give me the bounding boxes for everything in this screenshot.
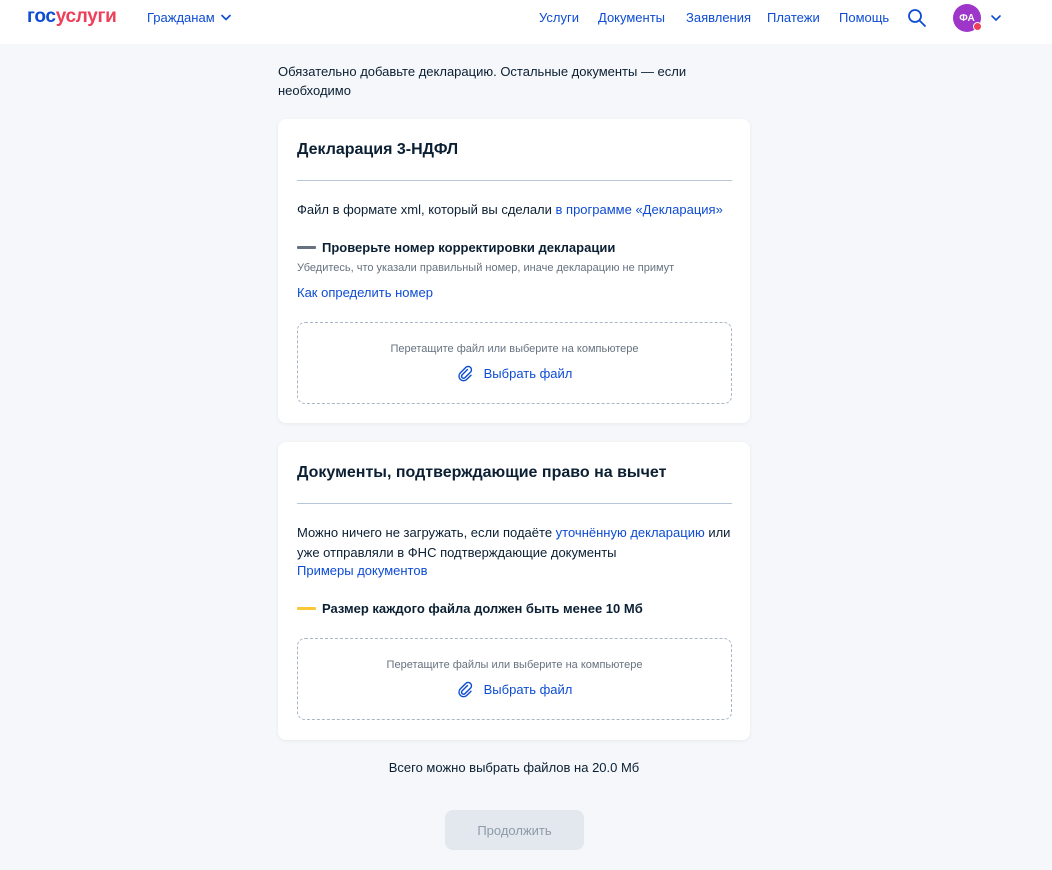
choose-file-label: Выбрать файл bbox=[483, 366, 573, 381]
divider bbox=[297, 180, 732, 181]
choose-file-label: Выбрать файл bbox=[483, 682, 573, 697]
continue-button[interactable]: Продолжить bbox=[445, 810, 584, 850]
declaration-card: Декларация 3-НДФЛ Файл в формате xml, ко… bbox=[278, 119, 750, 423]
declaration-description: Файл в формате xml, который вы сделали в… bbox=[297, 200, 737, 220]
how-to-determine-link[interactable]: Как определить номер bbox=[297, 283, 433, 303]
declaration-title: Декларация 3-НДФЛ bbox=[297, 141, 459, 158]
documents-card: Документы, подтверждающие право на вычет… bbox=[278, 442, 750, 740]
alert-title: Проверьте номер корректировки декларации bbox=[322, 240, 616, 255]
paperclip-icon bbox=[457, 365, 472, 382]
gosuslugi-logo[interactable]: госуслуги bbox=[27, 6, 117, 28]
choose-file-button[interactable]: Выбрать файл bbox=[298, 681, 731, 698]
intro-text: Обязательно добавьте декларацию. Остальн… bbox=[278, 64, 687, 98]
search-icon[interactable] bbox=[907, 8, 927, 28]
alert-subtitle: Убедитесь, что указали правильный номер,… bbox=[297, 262, 675, 274]
choose-file-button[interactable]: Выбрать файл bbox=[298, 365, 731, 382]
chevron-down-icon[interactable] bbox=[990, 13, 1002, 23]
logo-part-uslugi: услуги bbox=[55, 6, 117, 27]
notification-dot bbox=[973, 22, 982, 31]
dropzone-hint: Перетащите файл или выберите на компьюте… bbox=[390, 343, 639, 355]
file-size-alert: Размер каждого файла должен быть менее 1… bbox=[297, 601, 643, 616]
documents-dropzone[interactable]: Перетащите файлы или выберите на компьют… bbox=[297, 638, 732, 720]
correction-alert: Проверьте номер корректировки декларации bbox=[297, 240, 615, 255]
documents-description-prefix: Можно ничего не загружать, если подаёте bbox=[297, 525, 556, 540]
alert-marker bbox=[297, 246, 316, 249]
chevron-down-icon bbox=[220, 14, 231, 21]
avatar-initials: ФА bbox=[959, 12, 975, 24]
logo-part-gos: гос bbox=[27, 6, 56, 27]
top-header: госуслуги Гражданам Услуги Документы Зая… bbox=[0, 0, 1052, 44]
nav-applications[interactable]: Заявления bbox=[686, 10, 751, 25]
paperclip-icon bbox=[457, 681, 472, 698]
user-avatar[interactable]: ФА bbox=[953, 4, 982, 32]
documents-title: Документы, подтверждающие право на вычет bbox=[297, 464, 667, 481]
declaration-description-text: Файл в формате xml, который вы сделали bbox=[297, 202, 556, 217]
declaration-program-link[interactable]: в программе «Декларация» bbox=[556, 202, 723, 217]
documents-description: Можно ничего не загружать, если подаёте … bbox=[297, 523, 737, 562]
amended-declaration-link[interactable]: уточнённую декларацию bbox=[556, 525, 705, 540]
nav-services[interactable]: Услуги bbox=[539, 10, 579, 25]
nav-payments[interactable]: Платежи bbox=[767, 10, 820, 25]
document-examples-link[interactable]: Примеры документов bbox=[297, 561, 427, 581]
nav-documents[interactable]: Документы bbox=[598, 10, 665, 25]
divider bbox=[297, 503, 732, 504]
total-size-text: Всего можно выбрать файлов на 20.0 Мб bbox=[388, 760, 640, 775]
dropzone-hint: Перетащите файлы или выберите на компьют… bbox=[386, 659, 643, 671]
declaration-dropzone[interactable]: Перетащите файл или выберите на компьюте… bbox=[297, 322, 732, 404]
alert-marker bbox=[297, 607, 316, 610]
alert-title: Размер каждого файла должен быть менее 1… bbox=[322, 601, 643, 616]
role-selector[interactable]: Гражданам bbox=[147, 10, 231, 25]
nav-help[interactable]: Помощь bbox=[839, 10, 889, 25]
role-label: Гражданам bbox=[147, 10, 215, 25]
